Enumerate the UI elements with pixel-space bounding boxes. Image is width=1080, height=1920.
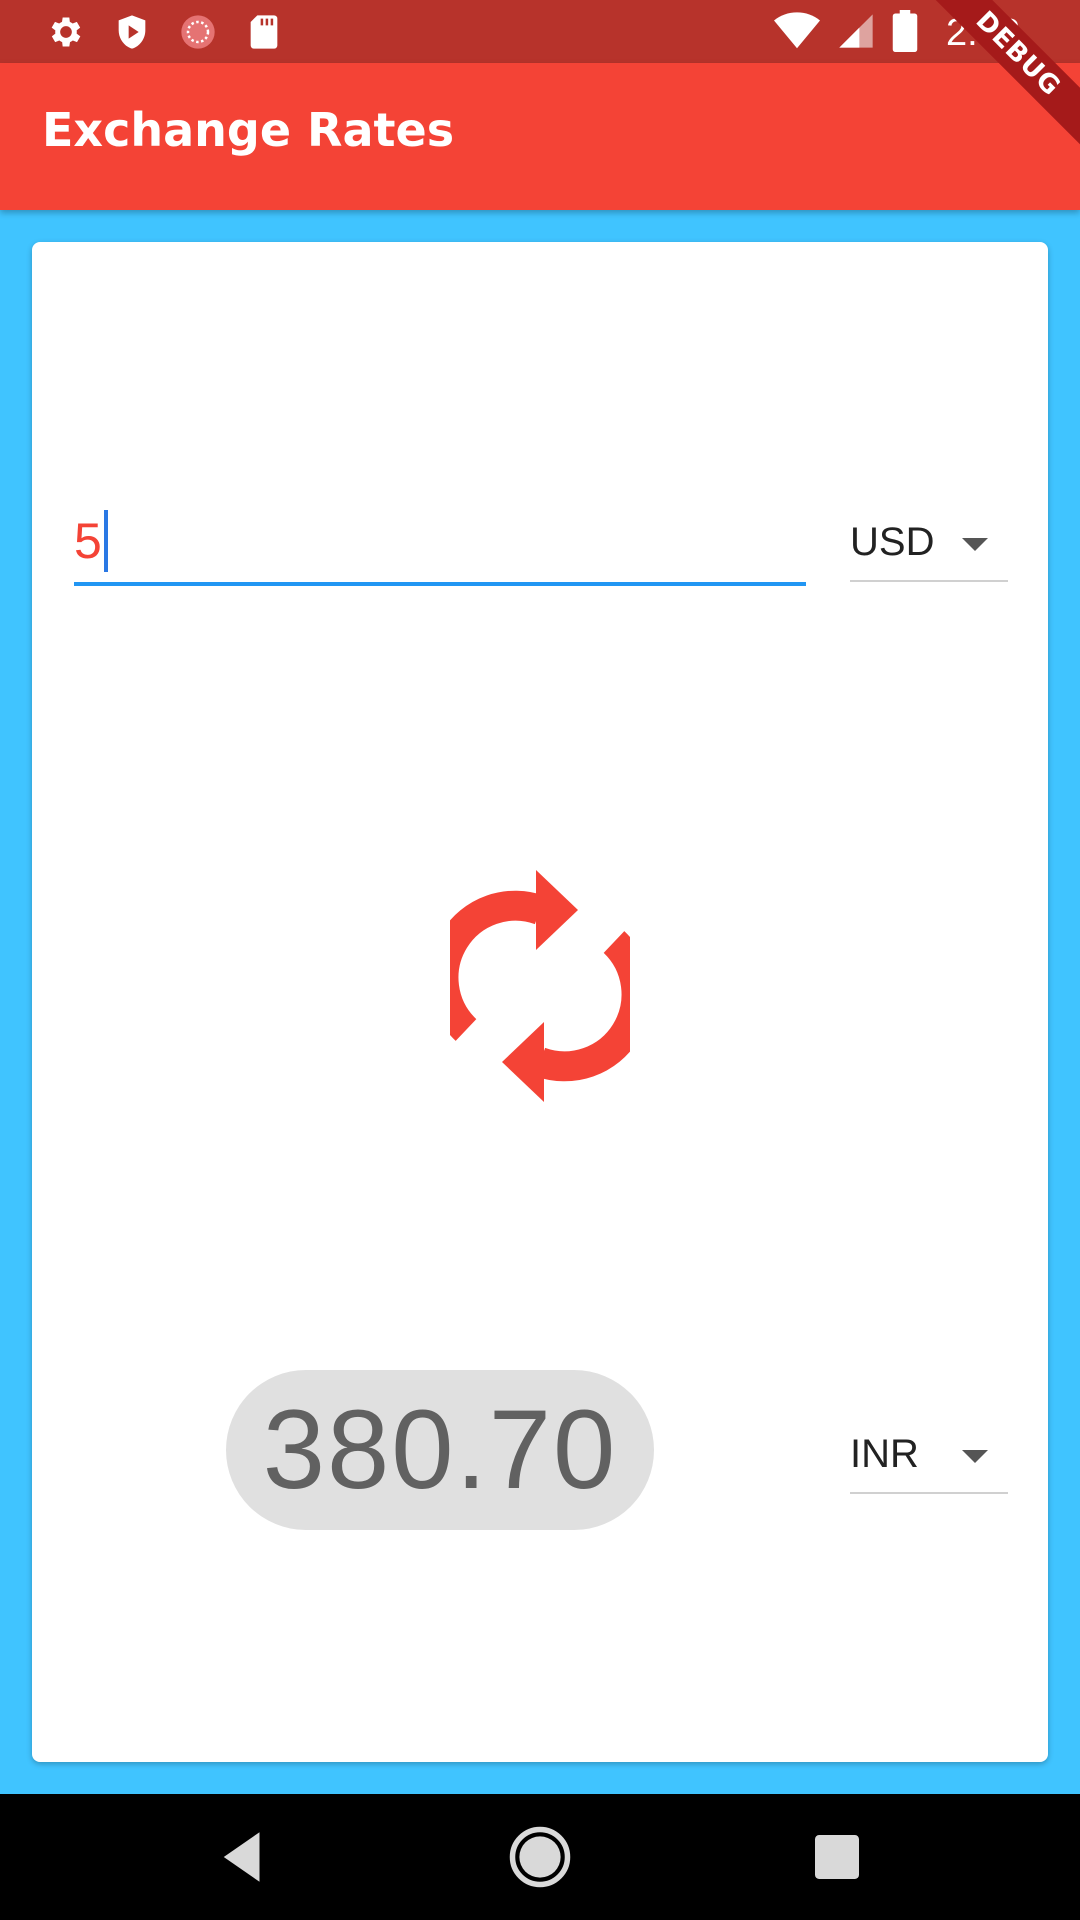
to-currency-dropdown[interactable]: INR xyxy=(850,1420,1008,1494)
home-icon[interactable] xyxy=(507,1824,573,1890)
dropdown-arrow-icon xyxy=(962,1450,988,1463)
amount-value: 5 xyxy=(74,513,102,569)
from-currency-label: USD xyxy=(850,520,935,564)
wifi-icon xyxy=(774,11,821,55)
amount-input[interactable]: 5 xyxy=(74,504,806,586)
sync-icon[interactable] xyxy=(428,862,652,1102)
sd-card-icon xyxy=(244,12,284,52)
dropdown-arrow-icon xyxy=(962,538,988,551)
recents-icon[interactable] xyxy=(804,1824,870,1890)
signal-icon xyxy=(836,11,876,55)
settings-icon xyxy=(46,12,86,52)
loading-circle-icon xyxy=(178,12,218,52)
app-bar: Exchange Rates xyxy=(0,63,1080,210)
converter-card: 5 USD 380.70 INR xyxy=(32,242,1048,1762)
status-left-icons xyxy=(46,12,284,52)
battery-icon xyxy=(892,10,918,56)
result-display: 380.70 xyxy=(226,1370,654,1530)
result-value: 380.70 xyxy=(262,1387,618,1512)
shield-play-icon xyxy=(112,12,152,52)
text-caret xyxy=(104,510,108,572)
from-currency-dropdown[interactable]: USD xyxy=(850,508,1008,582)
status-bar: 2:48 xyxy=(0,0,1080,63)
to-currency-label: INR xyxy=(850,1432,919,1476)
navigation-bar xyxy=(0,1794,1080,1920)
back-icon[interactable] xyxy=(210,1824,276,1890)
page-title: Exchange Rates xyxy=(42,103,455,157)
